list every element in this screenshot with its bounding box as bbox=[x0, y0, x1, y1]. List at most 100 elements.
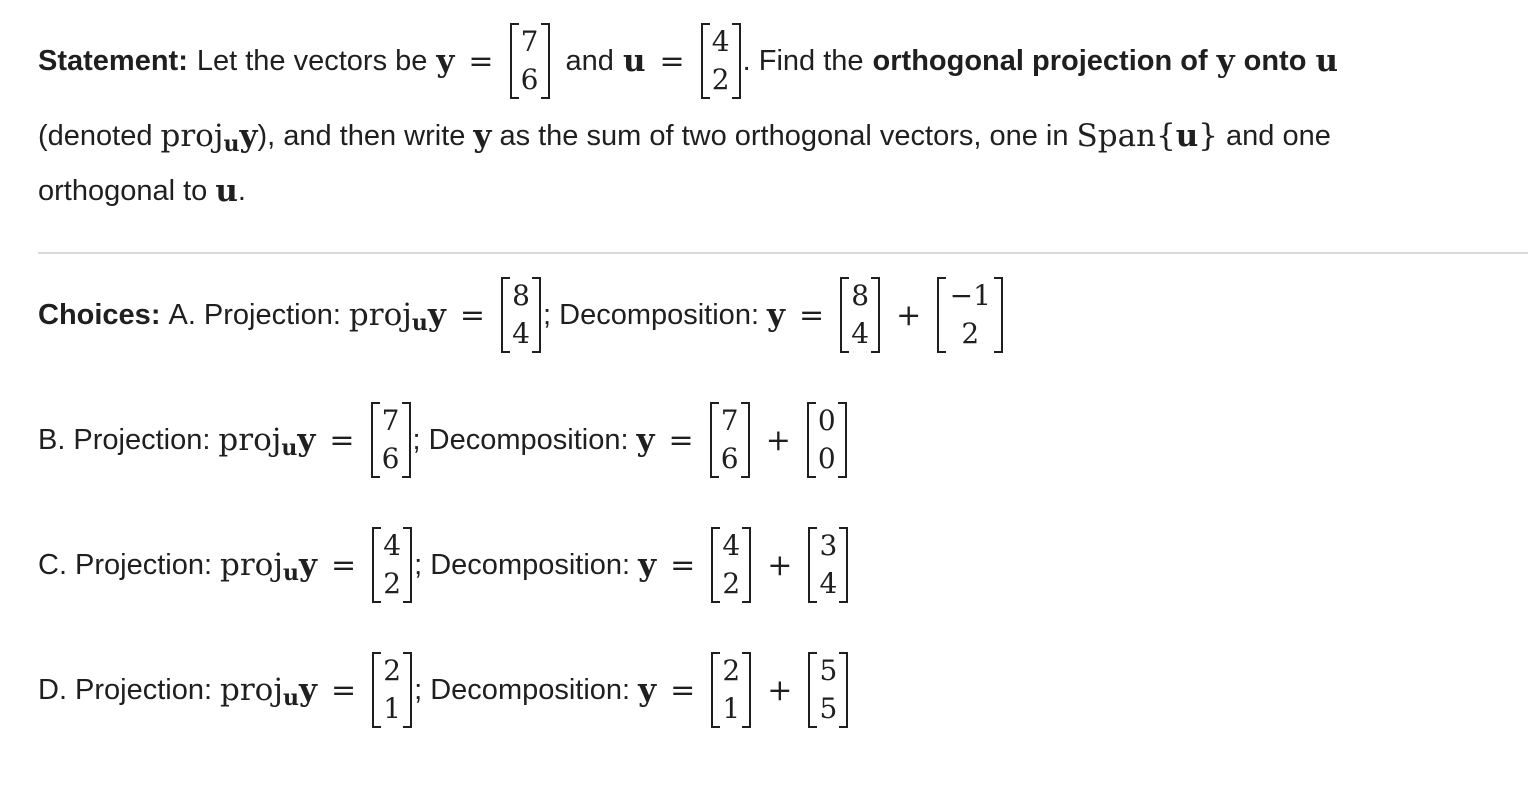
math-y: y bbox=[297, 422, 316, 458]
matrix-entry: 4 bbox=[512, 317, 530, 350]
math-plus: + bbox=[765, 422, 791, 458]
statement-onto: onto bbox=[1243, 44, 1307, 77]
math-equals: = bbox=[330, 547, 357, 583]
statement-period: . bbox=[237, 174, 246, 207]
statement-line-3: orthogonal to u. bbox=[38, 165, 246, 217]
decomposition-label: ; Decomposition: bbox=[543, 298, 760, 331]
statement-and: and bbox=[565, 44, 614, 77]
matrix-entry: 7 bbox=[381, 404, 400, 437]
component-vector-parallel: 7 6 bbox=[709, 402, 750, 478]
choice-a: Choices: A. Projection: proj u y = 8 4 ; D… bbox=[38, 265, 1005, 365]
matrix-entry: 0 bbox=[817, 404, 836, 437]
math-proj: proj bbox=[218, 422, 282, 458]
math-u: u bbox=[1315, 43, 1338, 79]
math-y: y bbox=[427, 297, 446, 333]
statement-and-one: and one bbox=[1226, 119, 1331, 152]
math-equals: = bbox=[468, 43, 494, 79]
matrix-entry: 4 bbox=[383, 529, 402, 562]
math-equals: = bbox=[330, 672, 357, 708]
choice-c: C. Projection: proj u y = 4 2 ; Decomposit… bbox=[38, 515, 850, 615]
math-brace-close: } bbox=[1198, 118, 1219, 154]
math-plus: + bbox=[896, 297, 922, 333]
decomposition-label: ; Decomposition: bbox=[414, 548, 631, 581]
math-y: y bbox=[298, 547, 317, 583]
matrix-entry: 7 bbox=[720, 404, 739, 437]
math-u-subscript: u bbox=[223, 131, 240, 157]
math-equals: = bbox=[668, 422, 694, 458]
math-y: y bbox=[239, 118, 258, 154]
statement-as-sum: as the sum of two orthogonal vectors, on… bbox=[499, 119, 1069, 152]
math-u: u bbox=[215, 173, 238, 209]
math-equals: = bbox=[459, 297, 486, 333]
choice-letter: D. bbox=[38, 673, 67, 706]
choices-label: Choices: bbox=[38, 298, 161, 331]
matrix-entry: 4 bbox=[819, 567, 838, 600]
choice-letter: B. bbox=[38, 423, 66, 456]
matrix-entry: 2 bbox=[961, 317, 980, 350]
math-y: y bbox=[473, 118, 492, 154]
matrix-entry: 2 bbox=[722, 654, 741, 687]
matrix-entry: 5 bbox=[819, 692, 838, 725]
projection-vector: 8 4 bbox=[501, 277, 542, 353]
math-u-subscript: u bbox=[281, 435, 298, 461]
math-u: u bbox=[1175, 118, 1199, 154]
projection-label: Projection: bbox=[75, 673, 213, 706]
math-y: y bbox=[436, 43, 455, 79]
choice-d: D. Projection: proj u y = 2 1 ; Decomposit… bbox=[38, 640, 850, 740]
math-brace-open: { bbox=[1156, 118, 1176, 154]
matrix-entry: 3 bbox=[819, 529, 838, 562]
matrix-entry: 7 bbox=[520, 25, 539, 58]
statement-denoted-open: (denoted bbox=[38, 119, 153, 152]
choice-letter: A. bbox=[168, 298, 196, 331]
statement-denoted-close: ), and then write bbox=[257, 119, 466, 152]
component-vector-parallel: 2 1 bbox=[711, 652, 752, 728]
statement-text: Let the vectors be bbox=[196, 44, 428, 77]
math-u: u bbox=[622, 43, 646, 79]
math-y: y bbox=[638, 672, 657, 708]
math-y: y bbox=[636, 422, 655, 458]
matrix-entry: 4 bbox=[722, 529, 741, 562]
matrix-entry: 8 bbox=[851, 279, 870, 312]
math-equals: = bbox=[670, 547, 696, 583]
matrix-entry: 1 bbox=[722, 692, 741, 725]
math-equals: = bbox=[329, 422, 355, 458]
math-u-subscript: u bbox=[282, 685, 299, 711]
statement-orthogonal-to: orthogonal to bbox=[38, 174, 208, 207]
matrix-entry: 4 bbox=[851, 317, 870, 350]
statement-find-bold: orthogonal projection of bbox=[872, 44, 1208, 77]
component-vector-orthogonal: 3 4 bbox=[808, 527, 849, 603]
math-equals: = bbox=[799, 297, 825, 333]
divider bbox=[38, 252, 1528, 254]
math-span: Span bbox=[1076, 118, 1157, 154]
math-u-subscript: u bbox=[282, 560, 299, 586]
projection-vector: 4 2 bbox=[372, 527, 413, 603]
math-equals: = bbox=[659, 43, 685, 79]
component-vector-parallel: 8 4 bbox=[840, 277, 881, 353]
math-y: y bbox=[638, 547, 657, 583]
matrix-entry: 6 bbox=[720, 442, 739, 475]
matrix-entry: 2 bbox=[722, 567, 741, 600]
projection-vector: 2 1 bbox=[372, 652, 413, 728]
projection-label: Projection: bbox=[73, 423, 211, 456]
component-vector-orthogonal: 5 5 bbox=[808, 652, 849, 728]
math-equals: = bbox=[670, 672, 696, 708]
decomposition-label: ; Decomposition: bbox=[414, 673, 631, 706]
component-vector-orthogonal: −1 2 bbox=[937, 277, 1004, 353]
decomposition-label: ; Decomposition: bbox=[412, 423, 629, 456]
matrix-entry: 5 bbox=[819, 654, 838, 687]
projection-vector: 7 6 bbox=[370, 402, 411, 478]
math-plus: + bbox=[767, 672, 793, 708]
math-u-subscript: u bbox=[411, 310, 428, 336]
matrix-entry: 2 bbox=[383, 567, 402, 600]
choice-b: B. Projection: proj u y = 7 6 ; Decomposit… bbox=[38, 390, 849, 490]
math-proj: proj bbox=[220, 547, 283, 583]
projection-label: Projection: bbox=[75, 548, 213, 581]
matrix-entry: 6 bbox=[381, 442, 400, 475]
matrix-entry: 2 bbox=[383, 654, 402, 687]
math-y: y bbox=[1216, 43, 1235, 79]
choice-letter: C. bbox=[38, 548, 67, 581]
statement-find: . Find the bbox=[742, 44, 864, 77]
projection-label: Projection: bbox=[203, 298, 341, 331]
math-y: y bbox=[767, 297, 786, 333]
math-proj: proj bbox=[348, 297, 412, 333]
